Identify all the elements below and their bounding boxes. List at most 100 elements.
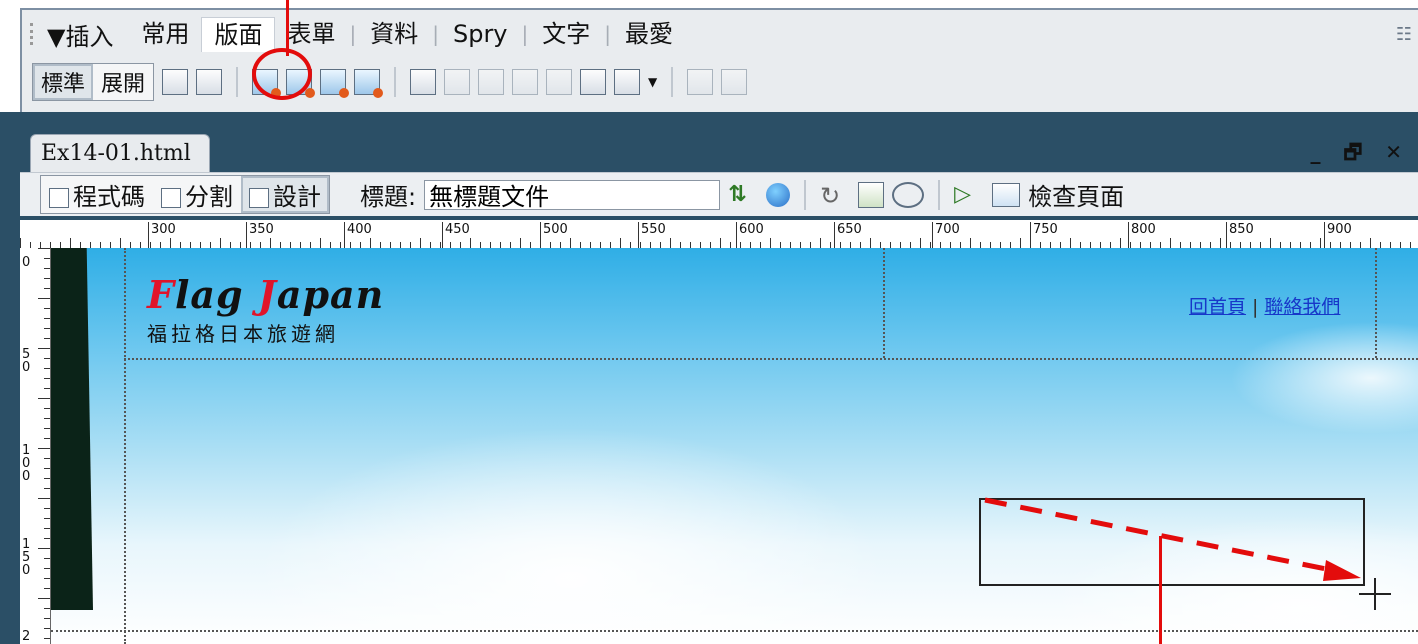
- ruler-minor-tick: [44, 258, 50, 259]
- layout-table-icon[interactable]: [687, 69, 714, 95]
- tab-separator: |: [432, 22, 439, 46]
- annotation-callout-line-bottom: [1159, 536, 1162, 644]
- ruler-minor-tick: [44, 358, 50, 359]
- split-view-icon: [161, 188, 181, 208]
- ruler-minor-tick: [44, 528, 50, 529]
- insert-toolbar: 標準 展開 ▼: [32, 62, 748, 102]
- ruler-label: 2: [22, 629, 31, 644]
- spry-accordion-icon[interactable]: [320, 69, 350, 98]
- ruler-minor-tick: [1120, 238, 1121, 248]
- horizontal-ruler: 300 350 400 450 500 550 600 650 700 750 800 850 900: [20, 220, 1418, 249]
- ruler-minor-tick: [44, 418, 50, 419]
- file-management-icon[interactable]: ⇅: [728, 182, 758, 208]
- ruler-label: 900: [1327, 222, 1352, 237]
- insert-column-left-icon[interactable]: [512, 69, 539, 95]
- window-controls[interactable]: _ 🗗 ✕: [1311, 138, 1410, 172]
- layout-mode-switch: 標準 展開: [32, 63, 155, 101]
- ruler-minor-tick: [44, 558, 50, 559]
- ruler-minor-tick: [770, 238, 771, 248]
- ruler-major-tick: [736, 222, 737, 248]
- ruler-minor-tick: [1270, 238, 1271, 248]
- ruler-label: 800: [1131, 222, 1156, 237]
- standard-mode-button[interactable]: 標準: [33, 64, 94, 100]
- insert-tab-row: ▼插入 常用 版面 表單 | 資料 | Spry | 文字 | 最愛: [30, 16, 685, 52]
- insert-column-right-icon[interactable]: [546, 69, 573, 95]
- ruler-minor-tick: [620, 238, 621, 248]
- tab-separator: |: [349, 22, 357, 46]
- check-page-button[interactable]: 檢查頁面: [1028, 177, 1124, 212]
- ruler-minor-tick: [44, 408, 50, 409]
- annotation-circle: [252, 48, 312, 100]
- tab-layout[interactable]: 版面: [201, 16, 276, 52]
- document-tab[interactable]: Ex14-01.html: [30, 134, 210, 172]
- ruler-minor-tick: [38, 498, 50, 499]
- toolbar-divider: [236, 67, 239, 97]
- frames-dropdown-icon[interactable]: ▼: [648, 75, 657, 89]
- ruler-minor-tick: [1170, 238, 1171, 248]
- ruler-minor-tick: [370, 238, 371, 248]
- tab-favorites[interactable]: 最愛: [613, 17, 685, 51]
- ruler-label: 600: [739, 222, 764, 237]
- ruler-minor-tick: [120, 238, 121, 248]
- tab-text[interactable]: 文字: [530, 17, 602, 51]
- tab-data[interactable]: 資料: [358, 17, 430, 51]
- ruler-label: 550: [641, 222, 666, 237]
- tab-spry[interactable]: Spry: [441, 17, 520, 51]
- ruler-minor-tick: [1320, 238, 1321, 248]
- split-view-button[interactable]: 分割: [153, 176, 241, 213]
- ruler-minor-tick: [44, 488, 50, 489]
- ruler-minor-tick: [44, 618, 50, 619]
- insert-div-tag-icon[interactable]: [196, 69, 223, 95]
- ruler-minor-tick: [920, 238, 921, 248]
- panel-options-icon[interactable]: ☷: [1396, 24, 1412, 45]
- ruler-minor-tick: [44, 588, 50, 589]
- ruler-major-tick: [1128, 222, 1129, 248]
- spry-collapsible-panel-icon[interactable]: [354, 69, 384, 98]
- visual-aids-icon[interactable]: [892, 181, 925, 208]
- tab-common[interactable]: 常用: [129, 17, 201, 51]
- document-title-input[interactable]: [424, 179, 721, 210]
- insert-row-above-icon[interactable]: [444, 69, 471, 95]
- ruler-major-tick: [442, 222, 443, 248]
- frames-icon[interactable]: [614, 69, 641, 95]
- table-layout-icon[interactable]: [410, 69, 437, 95]
- panel-grip-handle[interactable]: [30, 23, 43, 45]
- ruler-minor-tick: [70, 238, 71, 248]
- ruler-minor-tick: [320, 238, 321, 248]
- insert-row-below-icon[interactable]: [478, 69, 505, 95]
- refresh-icon[interactable]: ↻: [820, 182, 850, 210]
- ruler-label: 700: [935, 222, 960, 237]
- ruler-minor-tick: [44, 278, 50, 279]
- ruler-minor-tick: [44, 378, 50, 379]
- validate-markup-icon[interactable]: ▷: [954, 182, 984, 208]
- ruler-minor-tick: [44, 568, 50, 569]
- design-canvas[interactable]: Flag Japan 福拉格日本旅遊網 回首頁 | 聯絡我們: [51, 248, 1418, 644]
- ruler-minor-tick: [44, 328, 50, 329]
- ruler-minor-tick: [670, 238, 671, 248]
- view-options-icon[interactable]: [858, 181, 885, 208]
- iframe-icon[interactable]: [580, 69, 607, 95]
- ruler-minor-tick: [44, 288, 50, 289]
- preview-in-browser-icon[interactable]: [766, 182, 791, 207]
- expanded-mode-button[interactable]: 展開: [93, 64, 154, 100]
- ruler-label: 150: [22, 537, 31, 578]
- ruler-label: 650: [837, 222, 862, 237]
- insert-panel-title[interactable]: ▼插入: [47, 17, 113, 52]
- table-icon[interactable]: [162, 69, 189, 95]
- ruler-label: 350: [249, 222, 274, 237]
- design-view-button[interactable]: 設計: [241, 176, 329, 213]
- ruler-major-tick: [1226, 222, 1227, 248]
- draw-layout-cell-icon[interactable]: [721, 69, 748, 95]
- toolbar-divider: [938, 179, 941, 210]
- ruler-minor-tick: [44, 468, 50, 469]
- toolbar-divider: [671, 67, 674, 97]
- ruler-minor-tick: [44, 428, 50, 429]
- code-view-button[interactable]: 程式碼: [41, 176, 153, 213]
- ruler-major-tick: [638, 222, 639, 248]
- design-view-icon: [249, 188, 269, 208]
- ruler-minor-tick: [270, 238, 271, 248]
- ruler-minor-tick: [870, 238, 871, 248]
- ruler-major-tick: [834, 222, 835, 248]
- ruler-minor-tick: [44, 508, 50, 509]
- check-page-icon[interactable]: [992, 182, 1021, 207]
